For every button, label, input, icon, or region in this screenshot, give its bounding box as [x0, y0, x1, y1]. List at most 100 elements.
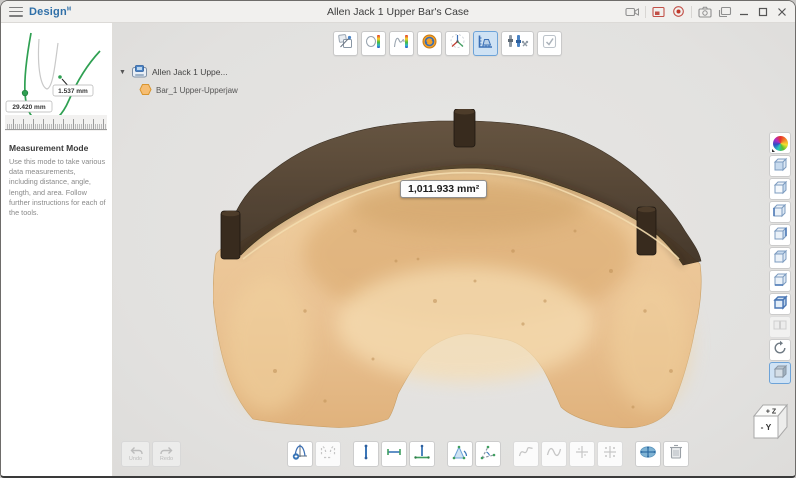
deviation-sphere-button[interactable] [361, 31, 386, 56]
cube-front-icon [772, 156, 788, 177]
camera-icon[interactable] [697, 5, 712, 18]
cube-iso-icon [772, 294, 788, 315]
viewport-3d[interactable]: ▼ Allen Jack 1 Uppe... Bar_1 Upper-Upper… [113, 23, 795, 476]
axis-gizmo[interactable]: + Z - Y [742, 401, 794, 454]
app-window: DesignM Allen Jack 1 Upper Bar's Case [0, 0, 796, 478]
deviation-sphere-icon [365, 33, 382, 55]
coordinate-axes-button[interactable] [445, 31, 470, 56]
titlebar-controls [625, 5, 789, 18]
measure-distance-icon [357, 443, 375, 466]
split-view-icon [772, 317, 788, 338]
curve-section-2-button[interactable] [541, 441, 567, 467]
top-toolbar [333, 31, 562, 56]
measure-boundary-icon [319, 443, 337, 466]
scanner-icon [131, 64, 148, 81]
deviation-profile-button[interactable] [389, 31, 414, 56]
angle-3point-icon [451, 443, 469, 466]
tree-child-label: Bar_1 Upper-Upperjaw [156, 86, 238, 95]
cube-bottom-icon [772, 271, 788, 292]
measure-length-icon [385, 443, 403, 466]
measure-angle-3point-button[interactable] [447, 441, 473, 467]
close-button[interactable] [775, 5, 789, 18]
measure-area-auto-button[interactable] [287, 441, 313, 467]
jaw-model[interactable] [213, 109, 753, 449]
cross-point-1-button[interactable] [569, 441, 595, 467]
area-tools-group [287, 441, 341, 467]
angle-tools-group [447, 441, 501, 467]
surface-tools-group [635, 441, 689, 467]
occlusion-analysis-button[interactable] [417, 31, 442, 56]
measure-length-button[interactable] [381, 441, 407, 467]
cross-point-2-button[interactable] [597, 441, 623, 467]
split-view-button[interactable] [769, 316, 791, 338]
cube-back-icon [772, 179, 788, 200]
measure-surface-area-button[interactable] [635, 441, 661, 467]
view-bottom-button[interactable] [769, 270, 791, 292]
hexagon-icon [139, 83, 152, 98]
screen-record-icon[interactable] [651, 5, 666, 18]
maximize-button[interactable] [756, 5, 770, 18]
scale-ruler [3, 115, 109, 131]
measure-boundary-button[interactable] [315, 441, 341, 467]
tree-root-label: Allen Jack 1 Uppe... [152, 67, 228, 77]
area-measurement-label[interactable]: 1,011.933 mm² [400, 180, 487, 198]
bottom-toolbar: Undo Redo [121, 441, 701, 467]
axis-front-label: - Y [761, 422, 772, 432]
view-toolbar [769, 132, 791, 384]
length-point [22, 90, 28, 96]
view-back-button[interactable] [769, 178, 791, 200]
confirm-check-button[interactable] [537, 31, 562, 56]
measure-angle-lines-button[interactable] [475, 441, 501, 467]
measure-height-icon [413, 443, 431, 466]
tree-root[interactable]: ▼ Allen Jack 1 Uppe... [119, 63, 238, 81]
color-map-button[interactable] [769, 132, 791, 154]
delete-measurement-button[interactable] [663, 441, 689, 467]
measurement-mode-icon [477, 33, 494, 55]
history-group: Undo Redo [121, 441, 181, 467]
curve-section-1-button[interactable] [513, 441, 539, 467]
view-right-button[interactable] [769, 224, 791, 246]
curve-section-2-icon [545, 443, 563, 466]
view-left-button[interactable] [769, 201, 791, 223]
collapse-arrow-icon[interactable]: ▼ [119, 69, 127, 76]
model-display-button[interactable] [769, 362, 791, 384]
record-icon[interactable] [671, 5, 686, 18]
panel-description: Use this mode to take various data measu… [9, 157, 106, 218]
measure-distance-button[interactable] [353, 441, 379, 467]
view-top-button[interactable] [769, 247, 791, 269]
measurement-panel: 1.537 mm 29.420 mm Measurement Mode [1, 23, 113, 476]
separator [691, 6, 692, 18]
menu-icon[interactable] [9, 7, 23, 17]
cube-top-icon [772, 248, 788, 269]
measure-height-button[interactable] [409, 441, 435, 467]
curve-section-1-icon [517, 443, 535, 466]
reset-view-button[interactable] [769, 339, 791, 361]
view-front-button[interactable] [769, 155, 791, 177]
distance-tools-group [353, 441, 435, 467]
undo-button[interactable]: Undo [121, 441, 150, 467]
app-logo: DesignM [29, 6, 71, 18]
separator [645, 6, 646, 18]
measurement-mode-button[interactable] [473, 31, 498, 56]
undo-label: Undo [129, 456, 142, 462]
calibration-tools-button[interactable] [501, 31, 534, 56]
view-isometric-button[interactable] [769, 293, 791, 315]
minimize-button[interactable] [737, 5, 751, 18]
svg-text:29.420 mm: 29.420 mm [12, 104, 45, 111]
tree-child[interactable]: Bar_1 Upper-Upperjaw [139, 81, 238, 99]
angle-lines-icon [479, 443, 497, 466]
camcorder-icon[interactable] [625, 5, 640, 18]
cross-point-1-icon [573, 443, 591, 466]
panel-heading: Measurement Mode [9, 143, 88, 153]
trash-icon [668, 443, 684, 465]
measure-area-auto-icon [291, 443, 309, 466]
app-badge: M [67, 6, 71, 12]
svg-text:1.537 mm: 1.537 mm [58, 88, 88, 95]
cube-right-icon [772, 225, 788, 246]
calibration-tools-icon [506, 33, 530, 55]
cube-left-icon [772, 202, 788, 223]
redo-button[interactable]: Redo [152, 441, 181, 467]
sketch-transform-button[interactable] [333, 31, 358, 56]
cascade-windows-icon[interactable] [717, 5, 732, 18]
axis-top-label: + Z [766, 409, 777, 416]
